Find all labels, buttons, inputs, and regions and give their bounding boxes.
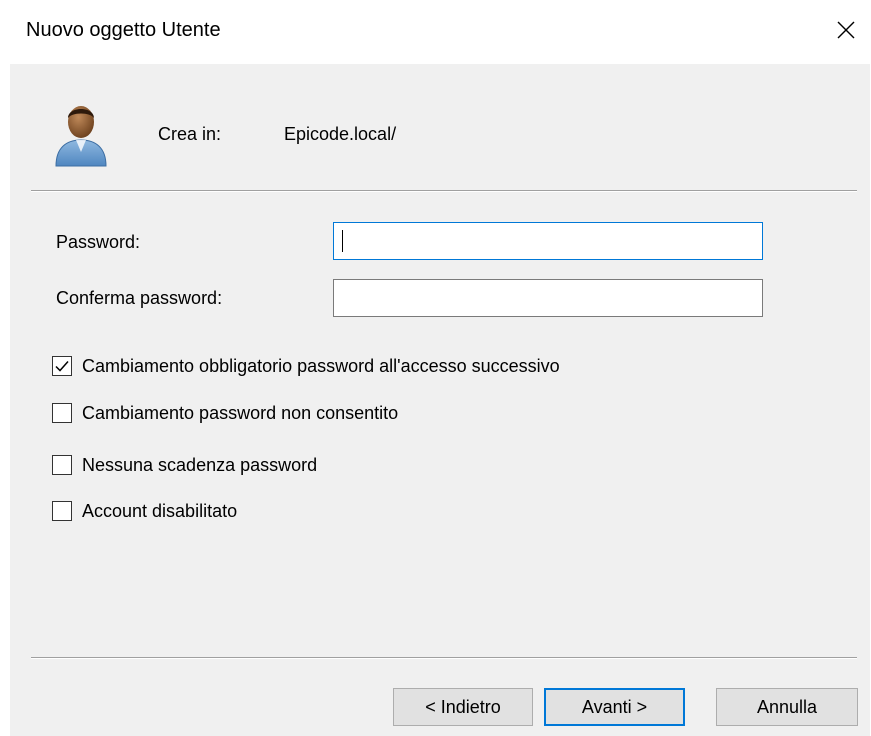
checkmark-icon — [55, 361, 69, 372]
create-in-value: Epicode.local/ — [284, 124, 397, 144]
title-bar: Nuovo oggetto Utente — [0, 0, 871, 64]
checkbox[interactable] — [52, 356, 72, 376]
dialog-title: Nuovo oggetto Utente — [26, 19, 221, 41]
checkbox[interactable] — [52, 455, 72, 475]
checkbox[interactable] — [52, 501, 72, 521]
top-divider — [31, 190, 857, 192]
bottom-divider — [31, 657, 857, 659]
checkbox-label: Nessuna scadenza password — [82, 454, 318, 475]
checkbox-cannot-change-password[interactable]: Cambiamento password non consentito — [52, 401, 398, 425]
checkbox-account-disabled[interactable]: Account disabilitato — [52, 499, 237, 523]
close-button[interactable] — [826, 10, 866, 50]
password-field[interactable] — [333, 222, 763, 260]
next-button[interactable]: Avanti > — [544, 688, 685, 726]
checkbox-label: Cambiamento obbligatorio password all'ac… — [82, 355, 560, 376]
back-button[interactable]: < Indietro — [393, 688, 533, 726]
password-label: Password: — [56, 232, 141, 252]
cancel-button[interactable]: Annulla — [716, 688, 858, 726]
checkbox-must-change-password[interactable]: Cambiamento obbligatorio password all'ac… — [52, 354, 560, 378]
close-icon — [837, 21, 855, 39]
checkbox-label: Cambiamento password non consentito — [82, 402, 399, 423]
text-caret — [342, 230, 343, 252]
confirm-password-field[interactable] — [333, 279, 763, 317]
checkbox-password-never-expires[interactable]: Nessuna scadenza password — [52, 453, 317, 477]
user-icon — [55, 106, 107, 167]
dialog-body — [10, 64, 870, 736]
confirm-password-label: Conferma password: — [56, 288, 223, 308]
create-in-label: Crea in: — [158, 124, 222, 144]
checkbox-label: Account disabilitato — [82, 500, 238, 521]
checkbox[interactable] — [52, 403, 72, 423]
